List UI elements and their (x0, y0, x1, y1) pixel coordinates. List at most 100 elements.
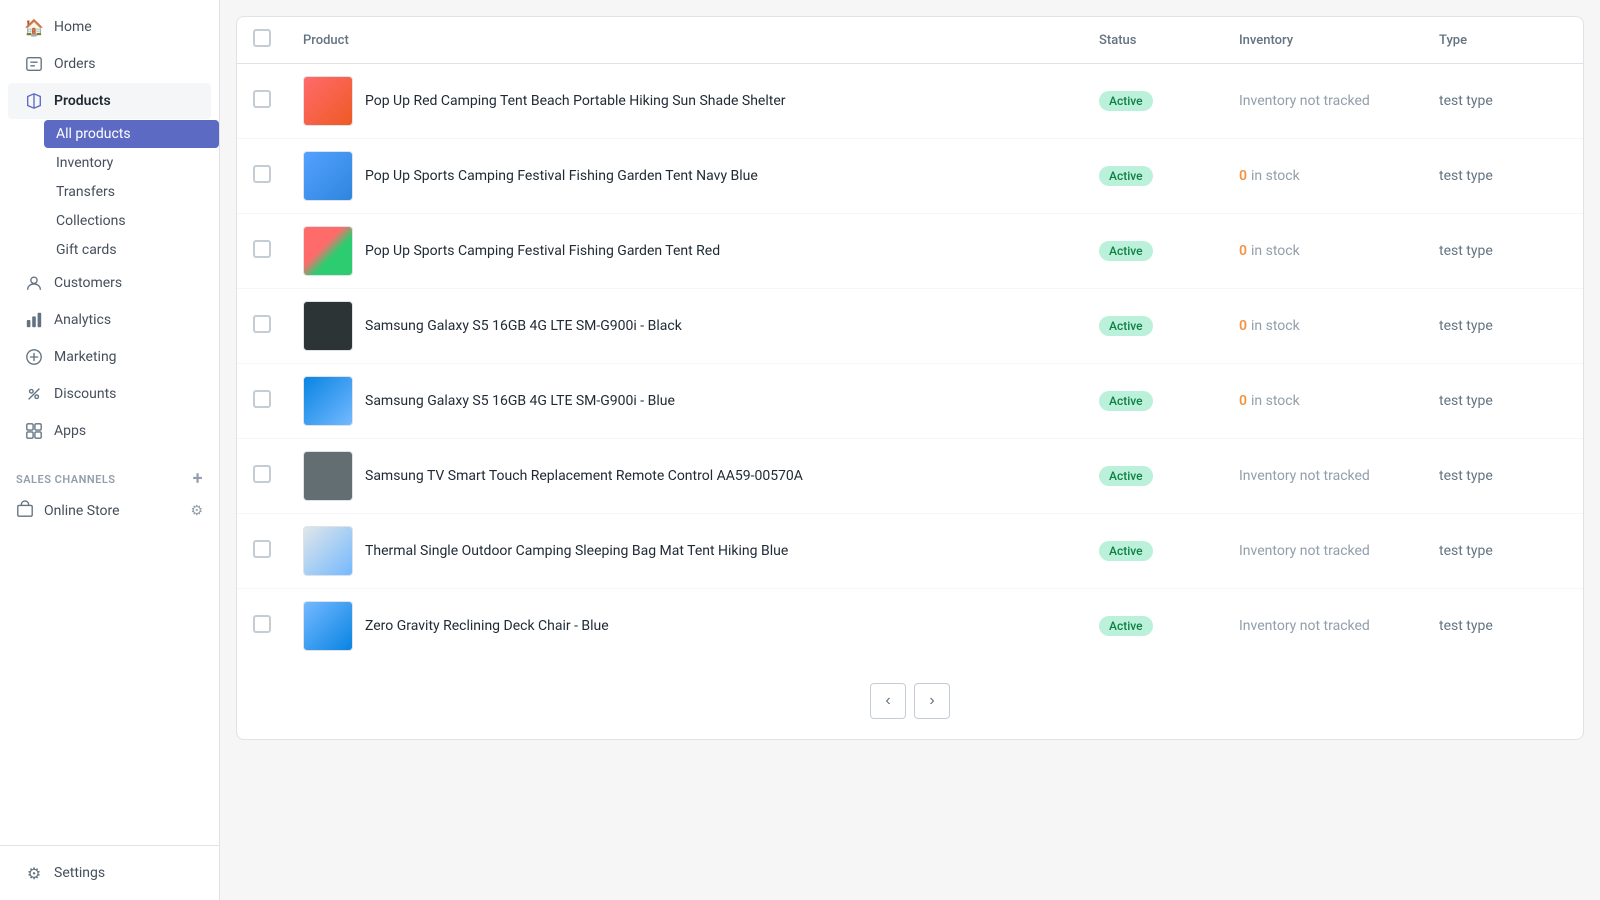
sidebar-item-label: Analytics (54, 312, 111, 328)
row-checkbox-cell (237, 364, 287, 439)
product-name-cell: Pop Up Sports Camping Festival Fishing G… (287, 214, 1083, 289)
row-checkbox[interactable] (253, 90, 271, 108)
row-checkbox[interactable] (253, 165, 271, 183)
inventory-count: 0 (1239, 393, 1247, 409)
inventory-cell: 0 in stock (1223, 289, 1423, 364)
sidebar-item-online-store[interactable]: Online Store ⚙ (0, 492, 219, 530)
products-submenu: All products Inventory Transfers Collect… (0, 120, 219, 264)
product-cell: Samsung Galaxy S5 16GB 4G LTE SM-G900i -… (303, 301, 1067, 351)
analytics-icon (24, 310, 44, 330)
row-checkbox[interactable] (253, 615, 271, 633)
sidebar-item-marketing[interactable]: Marketing (8, 339, 211, 375)
product-name-cell: Samsung TV Smart Touch Replacement Remot… (287, 439, 1083, 514)
product-thumbnail (303, 526, 353, 576)
product-cell: Zero Gravity Reclining Deck Chair - Blue (303, 601, 1067, 651)
add-sales-channel-button[interactable]: + (193, 470, 203, 488)
type-cell: test type (1423, 364, 1583, 439)
product-type: test type (1439, 243, 1493, 259)
table-body: Pop Up Red Camping Tent Beach Portable H… (237, 64, 1583, 664)
type-cell: test type (1423, 514, 1583, 589)
discounts-icon (24, 384, 44, 404)
product-cell: Samsung Galaxy S5 16GB 4G LTE SM-G900i -… (303, 376, 1067, 426)
sidebar-item-products[interactable]: Products (8, 83, 211, 119)
main-content: Product Status Inventory Type (220, 0, 1600, 900)
sidebar-item-home[interactable]: 🏠 Home (8, 9, 211, 45)
product-name: Pop Up Red Camping Tent Beach Portable H… (365, 93, 786, 109)
header-product: Product (287, 17, 1083, 64)
header-inventory: Inventory (1223, 17, 1423, 64)
table-row: Samsung Galaxy S5 16GB 4G LTE SM-G900i -… (237, 364, 1583, 439)
status-badge: Active (1099, 391, 1153, 411)
row-checkbox[interactable] (253, 465, 271, 483)
table-row: Pop Up Sports Camping Festival Fishing G… (237, 139, 1583, 214)
type-cell: test type (1423, 64, 1583, 139)
status-cell: Active (1083, 589, 1223, 664)
sidebar-item-orders[interactable]: Orders (8, 46, 211, 82)
product-thumbnail (303, 601, 353, 651)
row-checkbox[interactable] (253, 390, 271, 408)
inventory-text: Inventory not tracked (1239, 543, 1370, 559)
sidebar-sub-item-all-products[interactable]: All products (44, 120, 219, 148)
product-name: Pop Up Sports Camping Festival Fishing G… (365, 243, 720, 259)
product-thumbnail (303, 301, 353, 351)
store-icon (16, 500, 34, 522)
status-cell: Active (1083, 64, 1223, 139)
sidebar-item-settings[interactable]: ⚙ Settings (8, 855, 211, 891)
table-row: Pop Up Red Camping Tent Beach Portable H… (237, 64, 1583, 139)
status-badge: Active (1099, 241, 1153, 261)
inventory-cell: Inventory not tracked (1223, 439, 1423, 514)
inventory-text: Inventory not tracked (1239, 618, 1370, 634)
inventory-text: 0 in stock (1239, 243, 1300, 259)
product-name: Samsung TV Smart Touch Replacement Remot… (365, 468, 803, 484)
header-status: Status (1083, 17, 1223, 64)
settings-icon: ⚙ (24, 863, 44, 883)
product-name: Pop Up Sports Camping Festival Fishing G… (365, 168, 758, 184)
status-badge: Active (1099, 616, 1153, 636)
sidebar-item-label: Settings (54, 865, 105, 881)
inventory-text: 0 in stock (1239, 318, 1300, 334)
sidebar-item-label: Orders (54, 56, 96, 72)
product-name-cell: Zero Gravity Reclining Deck Chair - Blue (287, 589, 1083, 664)
prev-page-button[interactable]: ‹ (870, 683, 906, 719)
sidebar-item-analytics[interactable]: Analytics (8, 302, 211, 338)
sidebar-item-label: Customers (54, 275, 122, 291)
product-name-cell: Samsung Galaxy S5 16GB 4G LTE SM-G900i -… (287, 289, 1083, 364)
row-checkbox[interactable] (253, 240, 271, 258)
marketing-icon (24, 347, 44, 367)
sidebar-sub-item-collections[interactable]: Collections (44, 207, 219, 235)
product-type: test type (1439, 168, 1493, 184)
row-checkbox-cell (237, 439, 287, 514)
product-name: Thermal Single Outdoor Camping Sleeping … (365, 543, 788, 559)
row-checkbox[interactable] (253, 315, 271, 333)
sidebar-item-customers[interactable]: Customers (8, 265, 211, 301)
inventory-text: 0 in stock (1239, 393, 1300, 409)
row-checkbox-cell (237, 64, 287, 139)
sidebar-item-apps[interactable]: Apps (8, 413, 211, 449)
sidebar-sub-item-transfers[interactable]: Transfers (44, 178, 219, 206)
header-type: Type (1423, 17, 1583, 64)
product-type: test type (1439, 468, 1493, 484)
status-cell: Active (1083, 139, 1223, 214)
select-all-checkbox[interactable] (253, 29, 271, 47)
product-cell: Pop Up Sports Camping Festival Fishing G… (303, 226, 1067, 276)
product-thumbnail (303, 376, 353, 426)
inventory-text: Inventory not tracked (1239, 93, 1370, 109)
row-checkbox[interactable] (253, 540, 271, 558)
store-settings-icon[interactable]: ⚙ (190, 503, 203, 519)
product-name: Samsung Galaxy S5 16GB 4G LTE SM-G900i -… (365, 318, 682, 334)
next-page-button[interactable]: › (914, 683, 950, 719)
status-cell: Active (1083, 439, 1223, 514)
sidebar-sub-item-inventory[interactable]: Inventory (44, 149, 219, 177)
product-thumbnail (303, 76, 353, 126)
products-table: Product Status Inventory Type (237, 17, 1583, 663)
product-name-cell: Pop Up Red Camping Tent Beach Portable H… (287, 64, 1083, 139)
sidebar-sub-item-gift-cards[interactable]: Gift cards (44, 236, 219, 264)
sidebar-item-label: Discounts (54, 386, 116, 402)
table-row: Samsung TV Smart Touch Replacement Remot… (237, 439, 1583, 514)
product-name-cell: Pop Up Sports Camping Festival Fishing G… (287, 139, 1083, 214)
sidebar-item-label: Products (54, 93, 111, 109)
sidebar-settings-section: ⚙ Settings (0, 845, 219, 900)
inventory-cell: 0 in stock (1223, 214, 1423, 289)
sidebar-item-discounts[interactable]: Discounts (8, 376, 211, 412)
table-row: Thermal Single Outdoor Camping Sleeping … (237, 514, 1583, 589)
